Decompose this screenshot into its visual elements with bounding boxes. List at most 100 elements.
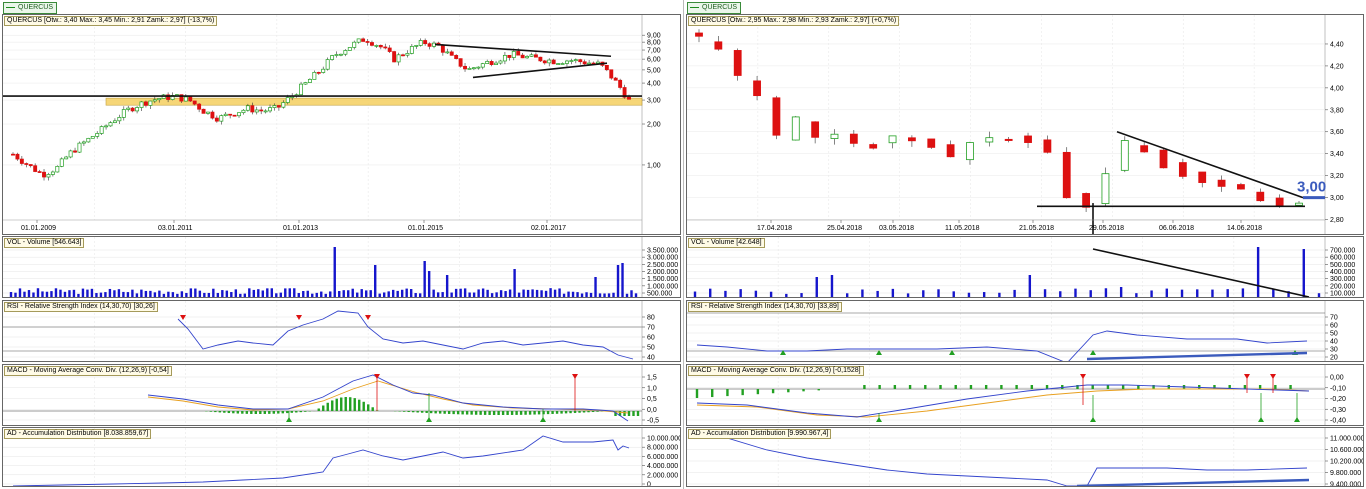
left-volume-bar: [634, 293, 638, 297]
left-window-tab[interactable]: QUERCUS: [3, 2, 58, 14]
left-volume-bar: [549, 288, 552, 297]
left-macd-histogram-bar: [286, 411, 289, 414]
right-ad-label: AD - Accumulation Distribution [9.990.96…: [688, 429, 832, 439]
right-date-label: 29.05.2018: [1089, 225, 1124, 232]
left-macd-histogram-bar: [492, 411, 496, 415]
right-date-label: 03.05.2018: [879, 225, 914, 232]
left-volume-bar: [122, 291, 125, 297]
candle: [1198, 171, 1207, 183]
right-macd-signal-line: [696, 388, 1310, 418]
left-macd-histogram-bar: [483, 411, 487, 415]
right-volume-bar: [1165, 288, 1169, 297]
right-macd-histogram-bar: [771, 389, 775, 394]
candle: [573, 59, 578, 62]
left-volume-bar: [342, 290, 345, 297]
left-date-label: 01.01.2013: [283, 225, 318, 232]
right-macd-histogram-bar: [1091, 385, 1094, 389]
right-rsi-trendline: [1086, 351, 1308, 361]
candle: [888, 135, 897, 144]
left-volume-bar: [571, 291, 575, 297]
candle: [627, 96, 631, 100]
left-volume-bar: [180, 291, 184, 297]
left-macd-histogram-bar: [223, 411, 226, 413]
left-macd-signal-arrow: [426, 417, 432, 422]
candle: [33, 165, 38, 172]
left-macd-histogram-bar: [429, 411, 433, 414]
left-volume-bar: [522, 289, 525, 297]
left-macd-histogram-bar: [470, 411, 473, 415]
left-volume-bar: [266, 288, 269, 297]
left-volume-bar: [607, 293, 611, 297]
right-ad-pane[interactable]: AD - Accumulation Distribution [9.990.96…: [686, 427, 1364, 487]
candle: [356, 38, 361, 43]
left-volume-bar: [90, 288, 94, 297]
candle: [37, 171, 42, 173]
right-volume-bar: [1317, 293, 1321, 297]
candle: [440, 44, 445, 53]
left-ad-pane[interactable]: AD - Accumulation Distribution [8.038.85…: [2, 427, 681, 487]
left-rsi-pane[interactable]: RSI - Relative Strength Index (14,30,70)…: [2, 300, 681, 362]
left-price-pane[interactable]: QUERCUS [Otw.: 3,40 Max.: 3,45 Min.: 2,9…: [2, 14, 681, 235]
left-macd-histogram-bar: [623, 411, 626, 416]
left-macd-histogram-bar: [268, 411, 271, 414]
left-rsi-signal-arrow: [296, 315, 302, 320]
right-macd-pane[interactable]: MACD - Moving Average Conv. Div. (12,26,…: [686, 364, 1364, 426]
left-macd-histogram-bar: [434, 411, 437, 414]
right-window-tab[interactable]: QUERCUS: [687, 2, 742, 14]
left-macd-histogram-bar: [546, 411, 550, 415]
candle: [268, 107, 272, 112]
left-macd-tick-label: 0,0: [647, 407, 657, 414]
left-volume-bar: [18, 288, 22, 297]
candle: [556, 63, 561, 65]
left-volume-bar: [81, 288, 85, 297]
left-volume-bar: [194, 288, 197, 297]
left-volume-pane[interactable]: VOL - Volume [546.643] 3.500.000 3.000.00…: [2, 236, 681, 298]
candle: [533, 54, 538, 58]
right-macd-histogram-bar: [817, 389, 820, 391]
candle: [73, 150, 77, 153]
left-volume-bar: [616, 265, 620, 297]
left-macd-pane[interactable]: MACD - Moving Average Conv. Div. (12,26,…: [2, 364, 681, 426]
right-volume-bar: [1089, 290, 1092, 297]
left-volume-bar: [351, 288, 354, 297]
right-price-pane[interactable]: QUERCUS [Otw.: 2,95 Max.: 2,98 Min.: 2,9…: [686, 14, 1364, 235]
left-volume-bar: [203, 292, 206, 297]
right-macd-tick-label: -0,20: [1330, 396, 1346, 403]
left-volume-bar: [315, 292, 318, 297]
candle: [927, 138, 936, 148]
right-macd-histogram-bar: [1000, 385, 1003, 389]
left-volume-bar: [535, 289, 539, 297]
left-volume-bar: [459, 288, 462, 297]
left-macd-histogram-bar: [340, 397, 343, 411]
right-macd-histogram-bar: [1274, 385, 1277, 389]
right-rsi-pane[interactable]: RSI - Relative Strength Index (14,30,70)…: [686, 300, 1364, 362]
right-macd-signal-arrow: [1080, 374, 1086, 379]
left-macd-histogram-bar: [326, 402, 329, 411]
candle: [281, 102, 286, 108]
right-macd-signal-arrow: [1270, 374, 1276, 379]
left-macd-histogram-bar: [218, 411, 222, 413]
candle: [409, 46, 414, 54]
right-volume-bar: [693, 291, 697, 297]
right-volume-bar: [876, 290, 879, 297]
right-macd-histogram-bar: [924, 385, 927, 389]
left-macd-histogram-bar: [402, 411, 406, 412]
left-volume-bar: [234, 289, 238, 297]
candle: [1062, 151, 1071, 199]
candle: [312, 71, 317, 80]
left-macd-histogram-bar: [254, 411, 258, 414]
right-volume-pane[interactable]: VOL - Volume [42.648] 700.000 600.000 500.…: [686, 236, 1364, 298]
right-rsi-tick-label: 30: [1330, 347, 1338, 354]
right-macd-histogram-bar: [984, 385, 988, 389]
candle: [343, 50, 348, 55]
left-volume-bar: [270, 288, 273, 297]
left-volume-bar: [95, 293, 98, 297]
left-macd-histogram-bar: [241, 411, 244, 414]
left-volume-bar: [243, 293, 247, 297]
right-macd-tick-label: 0,00: [1330, 375, 1344, 382]
left-volume-bar: [400, 289, 404, 297]
right-volume-bar: [830, 275, 834, 297]
right-macd-histogram-bar: [695, 389, 699, 398]
right-macd-signal-arrow: [876, 417, 882, 422]
right-volume-chart: 700.000600.000500.000400.000300.000200.0…: [687, 237, 1355, 297]
